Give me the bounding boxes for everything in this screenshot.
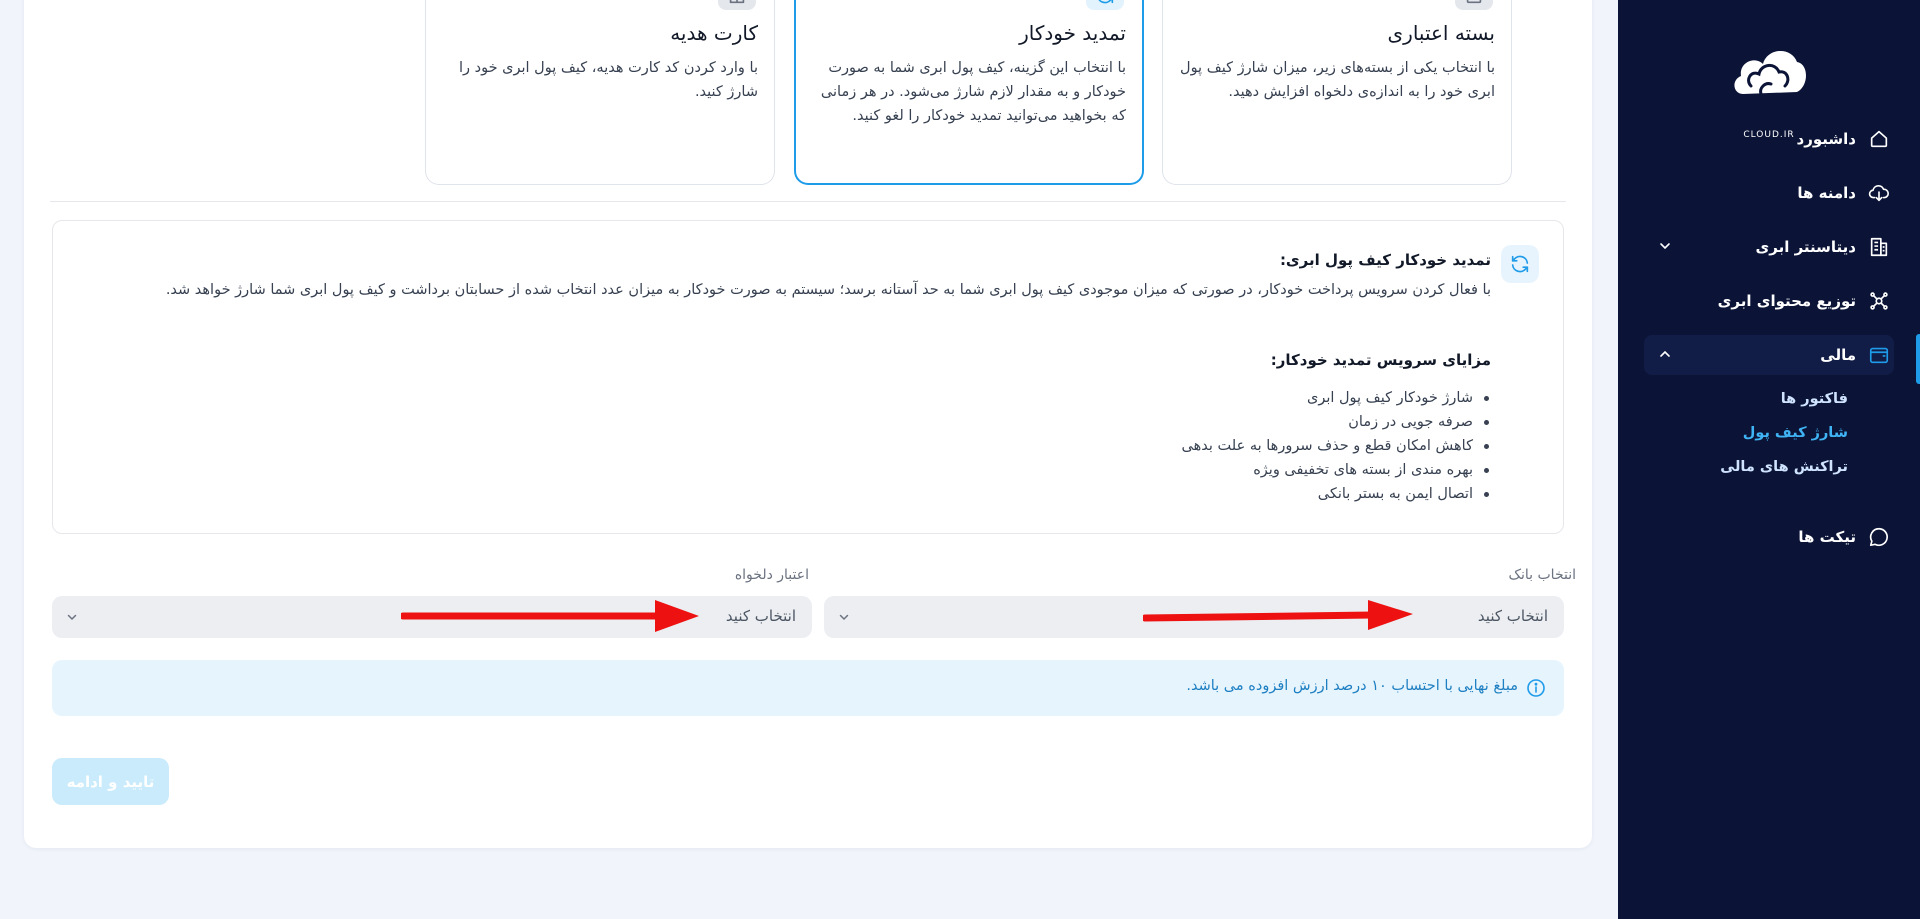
option-description: با انتخاب این گزینه، کیف پول ابری شما به… — [820, 60, 1126, 124]
custom-credit-label: اعتبار دلخواه — [734, 567, 809, 583]
sidebar-subitem-invoices[interactable]: فاکتور ها — [1781, 391, 1848, 407]
active-indicator — [1916, 334, 1920, 384]
benefits-title: مزایای سرویس تمدید خودکار: — [1270, 351, 1491, 369]
option-auto-renew[interactable]: تمدید خودکار با انتخاب این گزینه، کیف پو… — [794, 0, 1144, 185]
list-item: صرفه جویی در زمان — [1182, 410, 1491, 434]
option-description: با انتخاب یکی از بسته‌های زیر، میزان شار… — [1180, 60, 1495, 100]
bank-select-label: انتخاب بانک — [1508, 567, 1576, 583]
cloud-logo-icon — [1734, 50, 1806, 96]
refresh-icon — [1086, 0, 1124, 10]
cloud-logo[interactable]: CLOUD.IR — [1729, 36, 1809, 140]
annotation-arrow-icon — [401, 600, 699, 632]
sidebar-item-cdn[interactable]: توزیع محتوای ابری — [1644, 281, 1894, 321]
sidebar-item-label: دامنه ها — [1797, 184, 1856, 202]
auto-renew-info-box: تمدید خودکار کیف پول ابری: با فعال کردن … — [52, 220, 1564, 534]
sidebar-item-domains[interactable]: دامنه ها — [1644, 173, 1894, 213]
home-icon — [1868, 128, 1890, 150]
sidebar-item-label: مالی — [1820, 346, 1856, 364]
sidebar: CLOUD.IR داشبورد دامنه ها دیتاسنتر ابری … — [1618, 0, 1920, 919]
option-description: با وارد کردن کد کارت هدیه، کیف پول ابری … — [459, 60, 758, 100]
confirm-continue-button[interactable]: تایید و ادامه — [52, 758, 169, 805]
annotation-arrow-icon — [1143, 600, 1413, 630]
divider — [50, 201, 1566, 202]
sidebar-item-cloud-datacenter[interactable]: دیتاسنتر ابری — [1644, 227, 1894, 267]
building-icon — [1868, 236, 1890, 258]
sidebar-subitem-wallet-charge[interactable]: شارژ کیف پول — [1743, 425, 1848, 441]
wallet-icon — [1868, 344, 1890, 366]
bank-select-value: انتخاب کنید — [1477, 607, 1548, 625]
option-credit-package[interactable]: بسته اعتباری با انتخاب یکی از بسته‌های ز… — [1162, 0, 1512, 185]
archive-box-icon — [1455, 0, 1493, 10]
info-heading: تمدید خودکار کیف پول ابری: — [1279, 251, 1491, 269]
info-body: با فعال کردن سرویس پرداخت خودکار، در صور… — [165, 282, 1491, 298]
chevron-down-icon — [1658, 239, 1672, 253]
notice-text: مبلغ نهایی با احتساب ۱۰ درصد ارزش افزوده… — [1186, 678, 1518, 694]
sidebar-item-dashboard[interactable]: داشبورد — [1644, 119, 1894, 159]
sidebar-item-label: توزیع محتوای ابری — [1717, 292, 1856, 310]
option-title: تمدید خودکار — [1019, 21, 1126, 45]
wallet-charge-card: بسته اعتباری با انتخاب یکی از بسته‌های ز… — [24, 0, 1592, 848]
option-title: کارت هدیه — [670, 21, 758, 45]
sidebar-item-finance[interactable]: مالی — [1644, 335, 1894, 375]
sidebar-item-label: تیکت ها — [1798, 528, 1856, 546]
list-item: کاهش امکان قطع و حذف سرورها به علت بدهی — [1182, 434, 1491, 458]
vat-notice: مبلغ نهایی با احتساب ۱۰ درصد ارزش افزوده… — [52, 660, 1564, 716]
chevron-down-icon — [838, 611, 850, 623]
list-item: بهره مندی از بسته های تخفیفی ویژه — [1182, 458, 1491, 482]
option-title: بسته اعتباری — [1387, 21, 1496, 45]
custom-credit-value: انتخاب کنید — [725, 607, 796, 625]
network-icon — [1868, 290, 1890, 312]
list-item: اتصال ایمن به بستر بانکی — [1182, 482, 1491, 506]
chevron-up-icon — [1658, 347, 1672, 361]
sidebar-item-tickets[interactable]: تیکت ها — [1644, 517, 1894, 557]
benefits-list: شارژ خودکار کیف پول ابری صرفه جویی در زم… — [1182, 386, 1491, 506]
chevron-down-icon — [66, 611, 78, 623]
sidebar-item-label: دیتاسنتر ابری — [1755, 238, 1857, 256]
sidebar-item-label: داشبورد — [1796, 130, 1856, 148]
cloud-download-icon — [1868, 182, 1890, 204]
option-gift-card[interactable]: کارت هدیه با وارد کردن کد کارت هدیه، کیف… — [425, 0, 775, 185]
gift-icon — [718, 0, 756, 10]
chat-bubble-icon — [1868, 526, 1890, 548]
refresh-icon — [1501, 245, 1539, 283]
info-circle-icon — [1526, 678, 1546, 698]
list-item: شارژ خودکار کیف پول ابری — [1182, 386, 1491, 410]
sidebar-subitem-transactions[interactable]: تراکنش های مالی — [1720, 459, 1848, 475]
